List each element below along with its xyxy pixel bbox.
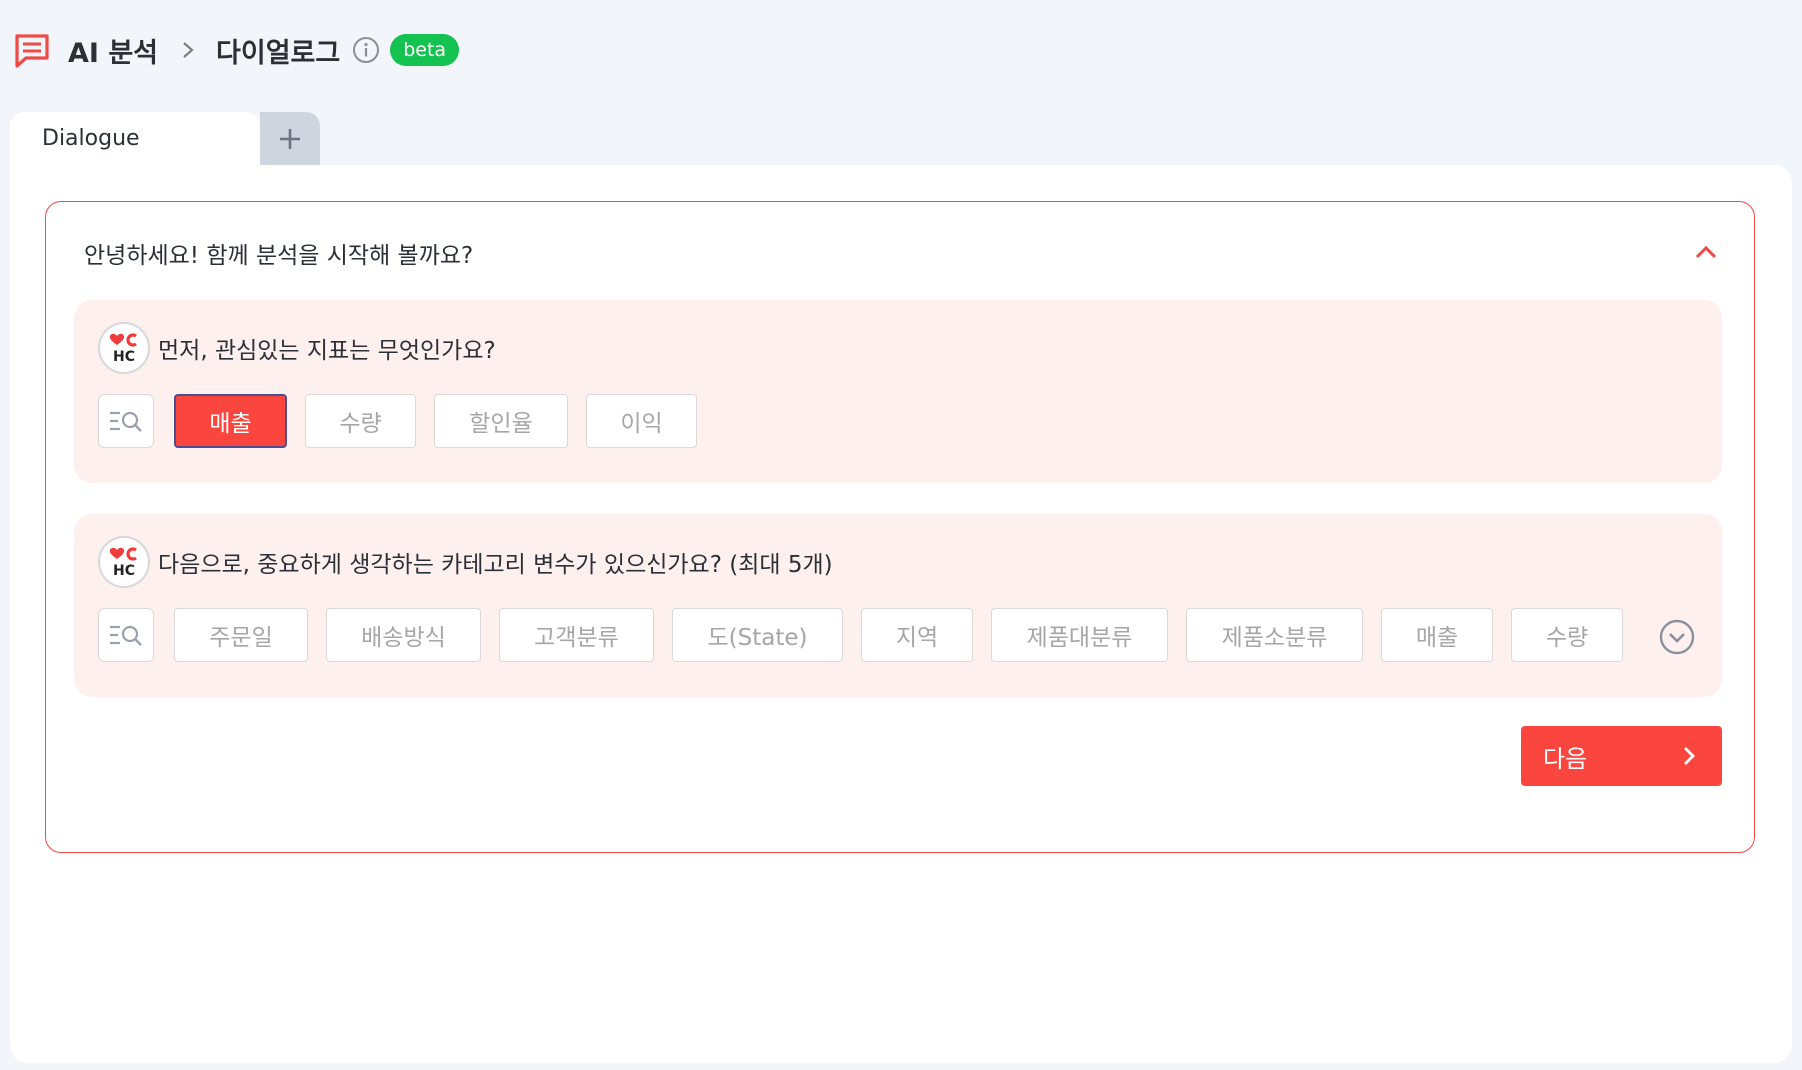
svg-text:HC: HC	[113, 563, 135, 579]
breadcrumb-root[interactable]: AI 분석	[68, 31, 158, 70]
dialog-title: 안녕하세요! 함께 분석을 시작해 볼까요?	[84, 243, 474, 269]
search-options-button[interactable]	[98, 394, 154, 448]
next-button[interactable]: 다음	[1521, 726, 1722, 786]
next-button-label: 다음	[1543, 744, 1588, 773]
list-search-icon	[110, 625, 142, 646]
plus-icon	[280, 128, 300, 149]
dialog-card: 안녕하세요! 함께 분석을 시작해 볼까요? HC 먼저, 관심있는 지표는 무…	[45, 201, 1755, 853]
search-options-button[interactable]	[98, 608, 154, 662]
chevron-up-icon[interactable]	[1692, 238, 1720, 266]
option-chip[interactable]: 제품대분류	[991, 608, 1168, 662]
option-chip[interactable]: 도(State)	[672, 608, 843, 662]
option-chip[interactable]: 주문일	[174, 608, 308, 662]
question-panel-metric: HC 먼저, 관심있는 지표는 무엇인가요? 매출 수량 할인율 이익	[74, 300, 1722, 483]
info-icon[interactable]	[352, 36, 380, 64]
option-chip[interactable]: 수량	[305, 394, 416, 448]
chevron-down-circle-icon[interactable]	[1658, 618, 1696, 656]
avatar: HC	[98, 322, 150, 374]
option-chip[interactable]: 매출	[1381, 608, 1493, 662]
question-text: 다음으로, 중요하게 생각하는 카테고리 변수가 있으신가요? (최대 5개)	[158, 552, 833, 578]
question-text: 먼저, 관심있는 지표는 무엇인가요?	[158, 338, 496, 364]
hc-logo-icon: HC	[109, 333, 137, 365]
option-chip[interactable]: 할인율	[434, 394, 568, 448]
chevron-right-icon	[1684, 747, 1695, 765]
question-panel-category: HC 다음으로, 중요하게 생각하는 카테고리 변수가 있으신가요? (최대 5…	[74, 514, 1722, 697]
svg-text:HC: HC	[113, 349, 135, 365]
tab-label: Dialogue	[42, 126, 140, 151]
workspace: 안녕하세요! 함께 분석을 시작해 볼까요? HC 먼저, 관심있는 지표는 무…	[10, 165, 1792, 1063]
option-chip[interactable]: 수량	[1511, 608, 1623, 662]
chevron-right-icon	[183, 42, 194, 58]
tab-bar: Dialogue	[10, 112, 320, 165]
chat-icon	[15, 34, 49, 68]
hc-logo-icon: HC	[109, 547, 137, 579]
beta-badge: beta	[390, 34, 460, 66]
option-row: 매출 수량 할인율 이익	[98, 394, 715, 448]
option-chip[interactable]: 지역	[861, 608, 973, 662]
option-chip[interactable]: 고객분류	[499, 608, 654, 662]
breadcrumb: AI 분석 다이얼로그 beta	[12, 30, 460, 70]
option-chip[interactable]: 제품소분류	[1186, 608, 1363, 662]
option-chip-selected[interactable]: 매출	[174, 394, 287, 448]
add-tab-button[interactable]	[260, 112, 320, 165]
tab-dialogue[interactable]: Dialogue	[10, 112, 260, 165]
page-title: 다이얼로그	[216, 37, 341, 69]
option-chip[interactable]: 배송방식	[326, 608, 481, 662]
avatar: HC	[98, 536, 150, 588]
list-search-icon	[110, 411, 142, 432]
option-row: 주문일 배송방식 고객분류 도(State) 지역 제품대분류 제품소분류 매출…	[98, 608, 1623, 662]
option-chip[interactable]: 이익	[586, 394, 697, 448]
